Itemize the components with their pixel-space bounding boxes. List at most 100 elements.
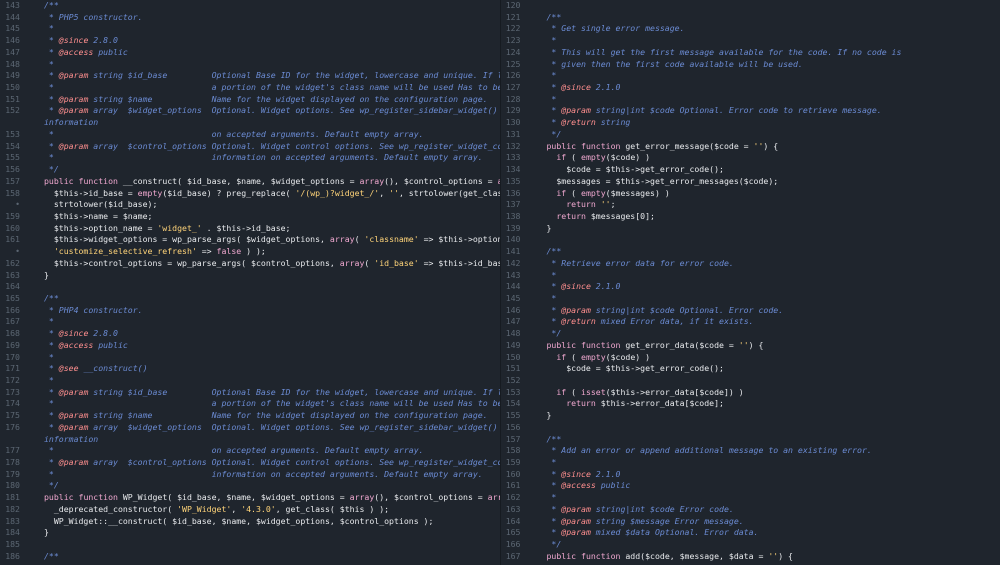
code-line[interactable]: 137 return '';: [501, 199, 1000, 211]
code-line[interactable]: 156 */: [0, 164, 500, 176]
code-line[interactable]: 145 *: [0, 23, 500, 35]
code-line[interactable]: 152 * @param array $widget_options Optio…: [0, 105, 500, 117]
code-line[interactable]: • 'customize_selective_refresh' => false…: [0, 246, 500, 258]
code-line[interactable]: 186 /**: [0, 551, 500, 563]
code-line[interactable]: 167 *: [0, 316, 500, 328]
code-line[interactable]: 147 * @access public: [0, 47, 500, 59]
code-line[interactable]: 173 * @param string $id_base Optional Ba…: [0, 387, 499, 399]
line-text: * @param string|int $code Optional. Erro…: [546, 105, 882, 116]
code-line[interactable]: 141 /**: [501, 246, 1000, 258]
code-line[interactable]: 155 * information on accepted arguments.…: [0, 152, 500, 164]
code-line[interactable]: 132 public function get_error_message($co…: [501, 141, 1000, 153]
code-line[interactable]: 148 */: [501, 328, 1000, 340]
code-line[interactable]: 159 $this->name = $name;: [0, 211, 500, 223]
code-line[interactable]: 125 * given then the first code availabl…: [501, 59, 1000, 71]
code-line[interactable]: 163}: [0, 270, 500, 282]
code-line[interactable]: 158 $this->id_base = empty($id_base) ? p…: [0, 188, 499, 200]
code-line[interactable]: 164: [0, 281, 500, 293]
code-line[interactable]: 120: [501, 0, 1000, 12]
code-line[interactable]: 148 *: [0, 59, 500, 71]
code-line[interactable]: 133 if ( empty($code) ): [501, 152, 1000, 164]
code-line[interactable]: 161 $this->widget_options = wp_parse_arg…: [0, 234, 499, 246]
code-line[interactable]: 153 * on accepted arguments. Default emp…: [0, 129, 500, 141]
code-line[interactable]: 172 *: [0, 375, 500, 387]
code-line[interactable]: 157 /**: [501, 434, 1000, 446]
code-line[interactable]: 176 * @param array $widget_options Optio…: [0, 422, 500, 434]
code-line[interactable]: 165 * @param mixed $data Optional. Error…: [501, 527, 1000, 539]
code-line[interactable]: 183 WP_Widget::__construct( $id_base, $n…: [0, 516, 500, 528]
code-line[interactable]: 174 * a portion of the widget's class na…: [0, 398, 499, 410]
code-line[interactable]: 165 /**: [0, 293, 500, 305]
code-line[interactable]: 154 return $this->error_data[$code];: [501, 398, 1000, 410]
code-line[interactable]: 144 * @since 2.1.0: [501, 281, 1000, 293]
code-line[interactable]: 127 * @since 2.1.0: [501, 82, 1000, 94]
code-line[interactable]: 180 */: [0, 480, 500, 492]
code-line[interactable]: 150 if ( empty($code) ): [501, 352, 1000, 364]
code-line[interactable]: 151 * @param string $name Name for the w…: [0, 94, 500, 106]
code-line[interactable]: 152: [501, 375, 1000, 387]
editor-pane-left[interactable]: 143/** 144 * PHP5 constructor. 145 * 146 * …: [0, 0, 500, 565]
code-line[interactable]: 166 */: [501, 539, 1000, 551]
code-line[interactable]: 169 * @access public: [0, 340, 500, 352]
editor-pane-right[interactable]: 120 121/** 122 * Get single error message.…: [499, 0, 1000, 565]
code-line[interactable]: 149 public function get_error_data($code …: [501, 340, 1000, 352]
code-line[interactable]: 164 * @param string $message Error messa…: [501, 516, 1000, 528]
code-line[interactable]: 130 * @return string: [501, 117, 1000, 129]
code-line[interactable]: 170 *: [0, 352, 500, 364]
code-line[interactable]: 160 * @since 2.1.0: [501, 469, 1000, 481]
code-line[interactable]: 153 if ( isset($this->error_data[$code])…: [501, 387, 1000, 399]
code-line[interactable]: 185: [0, 539, 500, 551]
code-line[interactable]: 143 /**: [0, 0, 500, 12]
code-line[interactable]: 155}: [501, 410, 1000, 422]
line-number: 149: [505, 339, 521, 350]
code-line[interactable]: 156: [501, 422, 1000, 434]
code-line[interactable]: 179 * information on accepted arguments.…: [0, 469, 500, 481]
code-line[interactable]: 151 $code = $this->get_error_code();: [501, 363, 1000, 375]
code-line[interactable]: 128 *: [501, 94, 1000, 106]
code-line[interactable]: 144 * PHP5 constructor.: [0, 12, 500, 24]
code-line[interactable]: information: [0, 117, 500, 129]
code-line[interactable]: 145 *: [501, 293, 1000, 305]
code-line[interactable]: 163 * @param string|int $code Error code…: [501, 504, 1000, 516]
code-line[interactable]: 166 * PHP4 constructor.: [0, 305, 500, 317]
code-line[interactable]: 142 * Retrieve error data for error code…: [501, 258, 1000, 270]
code-line[interactable]: 129 * @param string|int $code Optional. …: [501, 105, 1000, 117]
code-line[interactable]: 175 * @param string $name Name for the w…: [0, 410, 500, 422]
code-line[interactable]: 157 public function __construct( $id_base…: [0, 176, 499, 188]
code-line[interactable]: 181 public function WP_Widget( $id_base, …: [0, 492, 499, 504]
code-line[interactable]: 140: [501, 234, 1000, 246]
code-line[interactable]: 146 * @param string|int $code Optional. …: [501, 305, 1000, 317]
code-line[interactable]: 131 */: [501, 129, 1000, 141]
code-line[interactable]: 134 $code = $this->get_error_code();: [501, 164, 1000, 176]
code-line[interactable]: 150 * a portion of the widget's class na…: [0, 82, 499, 94]
code-line[interactable]: 171 * @see __construct(): [0, 363, 500, 375]
code-line[interactable]: 178 * @param array $control_options Opti…: [0, 457, 499, 469]
code-line[interactable]: 159 *: [501, 457, 1000, 469]
code-line[interactable]: 122 * Get single error message.: [501, 23, 1000, 35]
code-line[interactable]: 184}: [0, 527, 500, 539]
code-line[interactable]: 138 return $messages[0];: [501, 211, 1000, 223]
code-line[interactable]: 182 _deprecated_constructor( 'WP_Widget'…: [0, 504, 500, 516]
code-line[interactable]: 121 /**: [501, 12, 1000, 24]
code-line[interactable]: 162 *: [501, 492, 1000, 504]
code-line[interactable]: 147 * @return mixed Error data, if it ex…: [501, 316, 1000, 328]
code-line[interactable]: 177 * on accepted arguments. Default emp…: [0, 445, 500, 457]
code-line[interactable]: 124 * This will get the first message av…: [501, 47, 1000, 59]
code-line[interactable]: 162 $this->control_options = wp_parse_ar…: [0, 258, 499, 270]
code-line[interactable]: 139}: [501, 223, 1000, 235]
code-line[interactable]: 135 $messages = $this->get_error_message…: [501, 176, 1000, 188]
code-line[interactable]: 126 *: [501, 70, 1000, 82]
code-line[interactable]: 123 *: [501, 35, 1000, 47]
code-line[interactable]: 167 public function add($code, $message, …: [501, 551, 1000, 563]
code-line[interactable]: • strtolower($id_base);: [0, 199, 500, 211]
code-line[interactable]: 158 * Add an error or append additional …: [501, 445, 1000, 457]
code-line[interactable]: information: [0, 434, 500, 446]
code-line[interactable]: 149 * @param string $id_base Optional Ba…: [0, 70, 499, 82]
code-line[interactable]: 168 * @since 2.8.0: [0, 328, 500, 340]
code-line[interactable]: 143 *: [501, 270, 1000, 282]
code-line[interactable]: 136 if ( empty($messages) ): [501, 188, 1000, 200]
code-line[interactable]: 154 * @param array $control_options Opti…: [0, 141, 499, 153]
code-line[interactable]: 146 * @since 2.8.0: [0, 35, 500, 47]
code-line[interactable]: 161 * @access public: [501, 480, 1000, 492]
code-line[interactable]: 160 $this->option_name = 'widget_' . $th…: [0, 223, 500, 235]
